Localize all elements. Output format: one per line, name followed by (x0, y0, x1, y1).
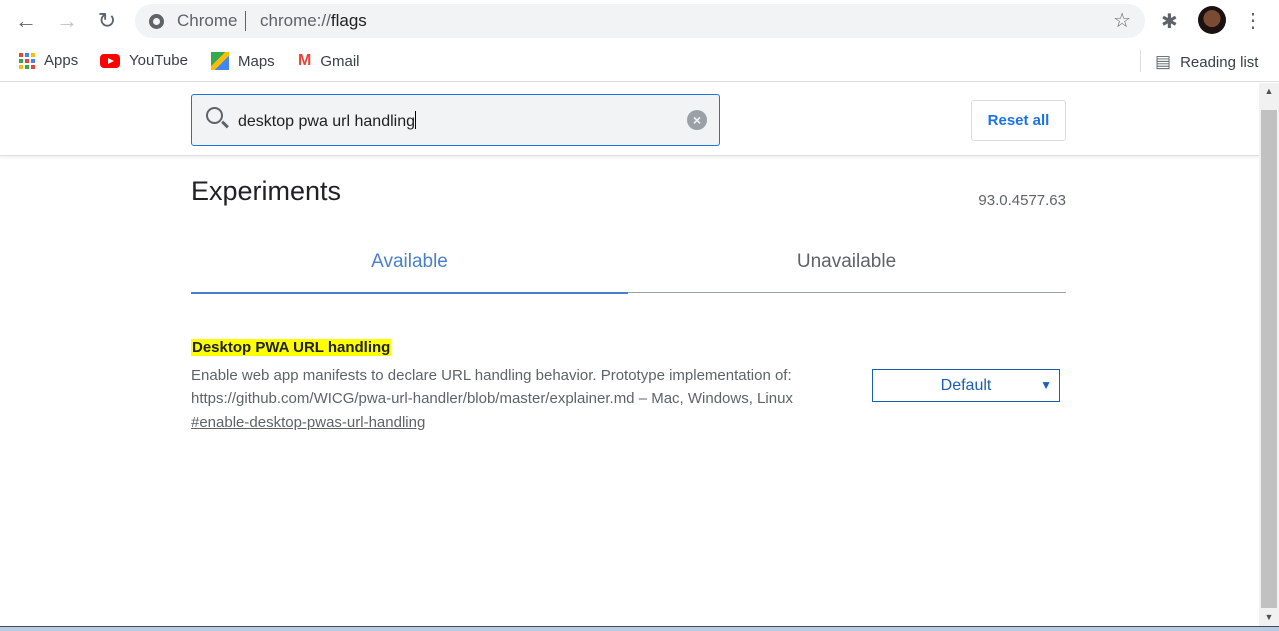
tab-available[interactable]: Available (191, 251, 628, 273)
star-icon[interactable]: ☆ (1113, 4, 1131, 38)
reset-all-button[interactable]: Reset all (971, 100, 1066, 141)
divider (1140, 50, 1141, 72)
description-line: Enable web app manifests to declare URL … (191, 367, 792, 384)
bookmark-apps[interactable]: Apps (19, 52, 78, 69)
selected-value: Default (940, 377, 992, 394)
maps-icon (211, 52, 229, 70)
bookmark-label: YouTube (129, 52, 188, 69)
search-query: desktop pwa url handling (238, 113, 416, 130)
scroll-down-icon[interactable]: ▼ (1259, 609, 1279, 626)
profile-avatar[interactable] (1198, 6, 1226, 34)
description-line: https://github.com/WICG/pwa-url-handler/… (191, 390, 793, 407)
divider (245, 11, 246, 31)
chrome-icon (149, 14, 164, 29)
flag-state-select[interactable]: Default ▼ (872, 369, 1060, 402)
bookmark-label: Gmail (320, 52, 360, 70)
bookmark-label: Apps (44, 52, 79, 69)
flags-page: desktop pwa url handling × Reset all Exp… (0, 83, 1259, 626)
bookmark-gmail[interactable]: M Gmail (298, 52, 360, 70)
reading-list-label: Reading list (1180, 53, 1259, 71)
forward-button[interactable]: → (54, 8, 80, 34)
more-menu-icon[interactable]: ⋮ (1243, 8, 1263, 33)
version-label: 93.0.4577.63 (978, 192, 1066, 209)
flags-header: desktop pwa url handling × Reset all (0, 83, 1259, 156)
search-icon (206, 107, 223, 124)
youtube-icon (100, 53, 120, 68)
url-prefix: chrome:// (260, 11, 331, 30)
bookmark-label: Maps (238, 52, 275, 70)
reading-list-button[interactable]: ▤ Reading list (1155, 52, 1258, 72)
search-input[interactable]: desktop pwa url handling × (191, 94, 720, 146)
bookmark-youtube[interactable]: YouTube (100, 52, 188, 69)
flag-description: Enable web app manifests to declare URL … (191, 364, 871, 410)
reload-button[interactable]: ↻ (94, 8, 120, 34)
url-text: chrome://flags (260, 4, 367, 38)
flag-permalink[interactable]: #enable-desktop-pwas-url-handling (191, 414, 425, 431)
browser-toolbar: ← → ↻ Chrome chrome://flags ☆ ✱ ⋮ (0, 0, 1279, 42)
back-button[interactable]: ← (13, 8, 39, 34)
scrollbar-thumb[interactable] (1261, 110, 1277, 608)
clear-search-icon[interactable]: × (687, 110, 707, 130)
bookmarks-bar: Apps YouTube Maps M Gmail ▤ Reading list (0, 42, 1279, 82)
tabs: Available Unavailable (191, 233, 1066, 294)
flag-name: Desktop PWA URL handling (191, 339, 392, 356)
apps-grid-icon (19, 52, 35, 69)
tab-unavailable[interactable]: Unavailable (628, 251, 1065, 273)
active-tab-indicator (191, 292, 628, 294)
taskbar (0, 626, 1279, 631)
site-label: Chrome (177, 11, 238, 30)
reading-list-icon: ▤ (1155, 52, 1172, 71)
page-title: Experiments (191, 176, 342, 206)
scroll-up-icon[interactable]: ▲ (1259, 83, 1279, 100)
chevron-down-icon: ▼ (1040, 378, 1052, 392)
gmail-icon: M (298, 52, 312, 69)
bookmark-maps[interactable]: Maps (211, 52, 275, 70)
extensions-icon[interactable]: ✱ (1161, 9, 1178, 34)
url-path: flags (330, 11, 367, 30)
scrollbar[interactable]: ▲ ▼ (1259, 83, 1279, 626)
address-bar[interactable]: Chrome chrome://flags ☆ (135, 4, 1145, 38)
